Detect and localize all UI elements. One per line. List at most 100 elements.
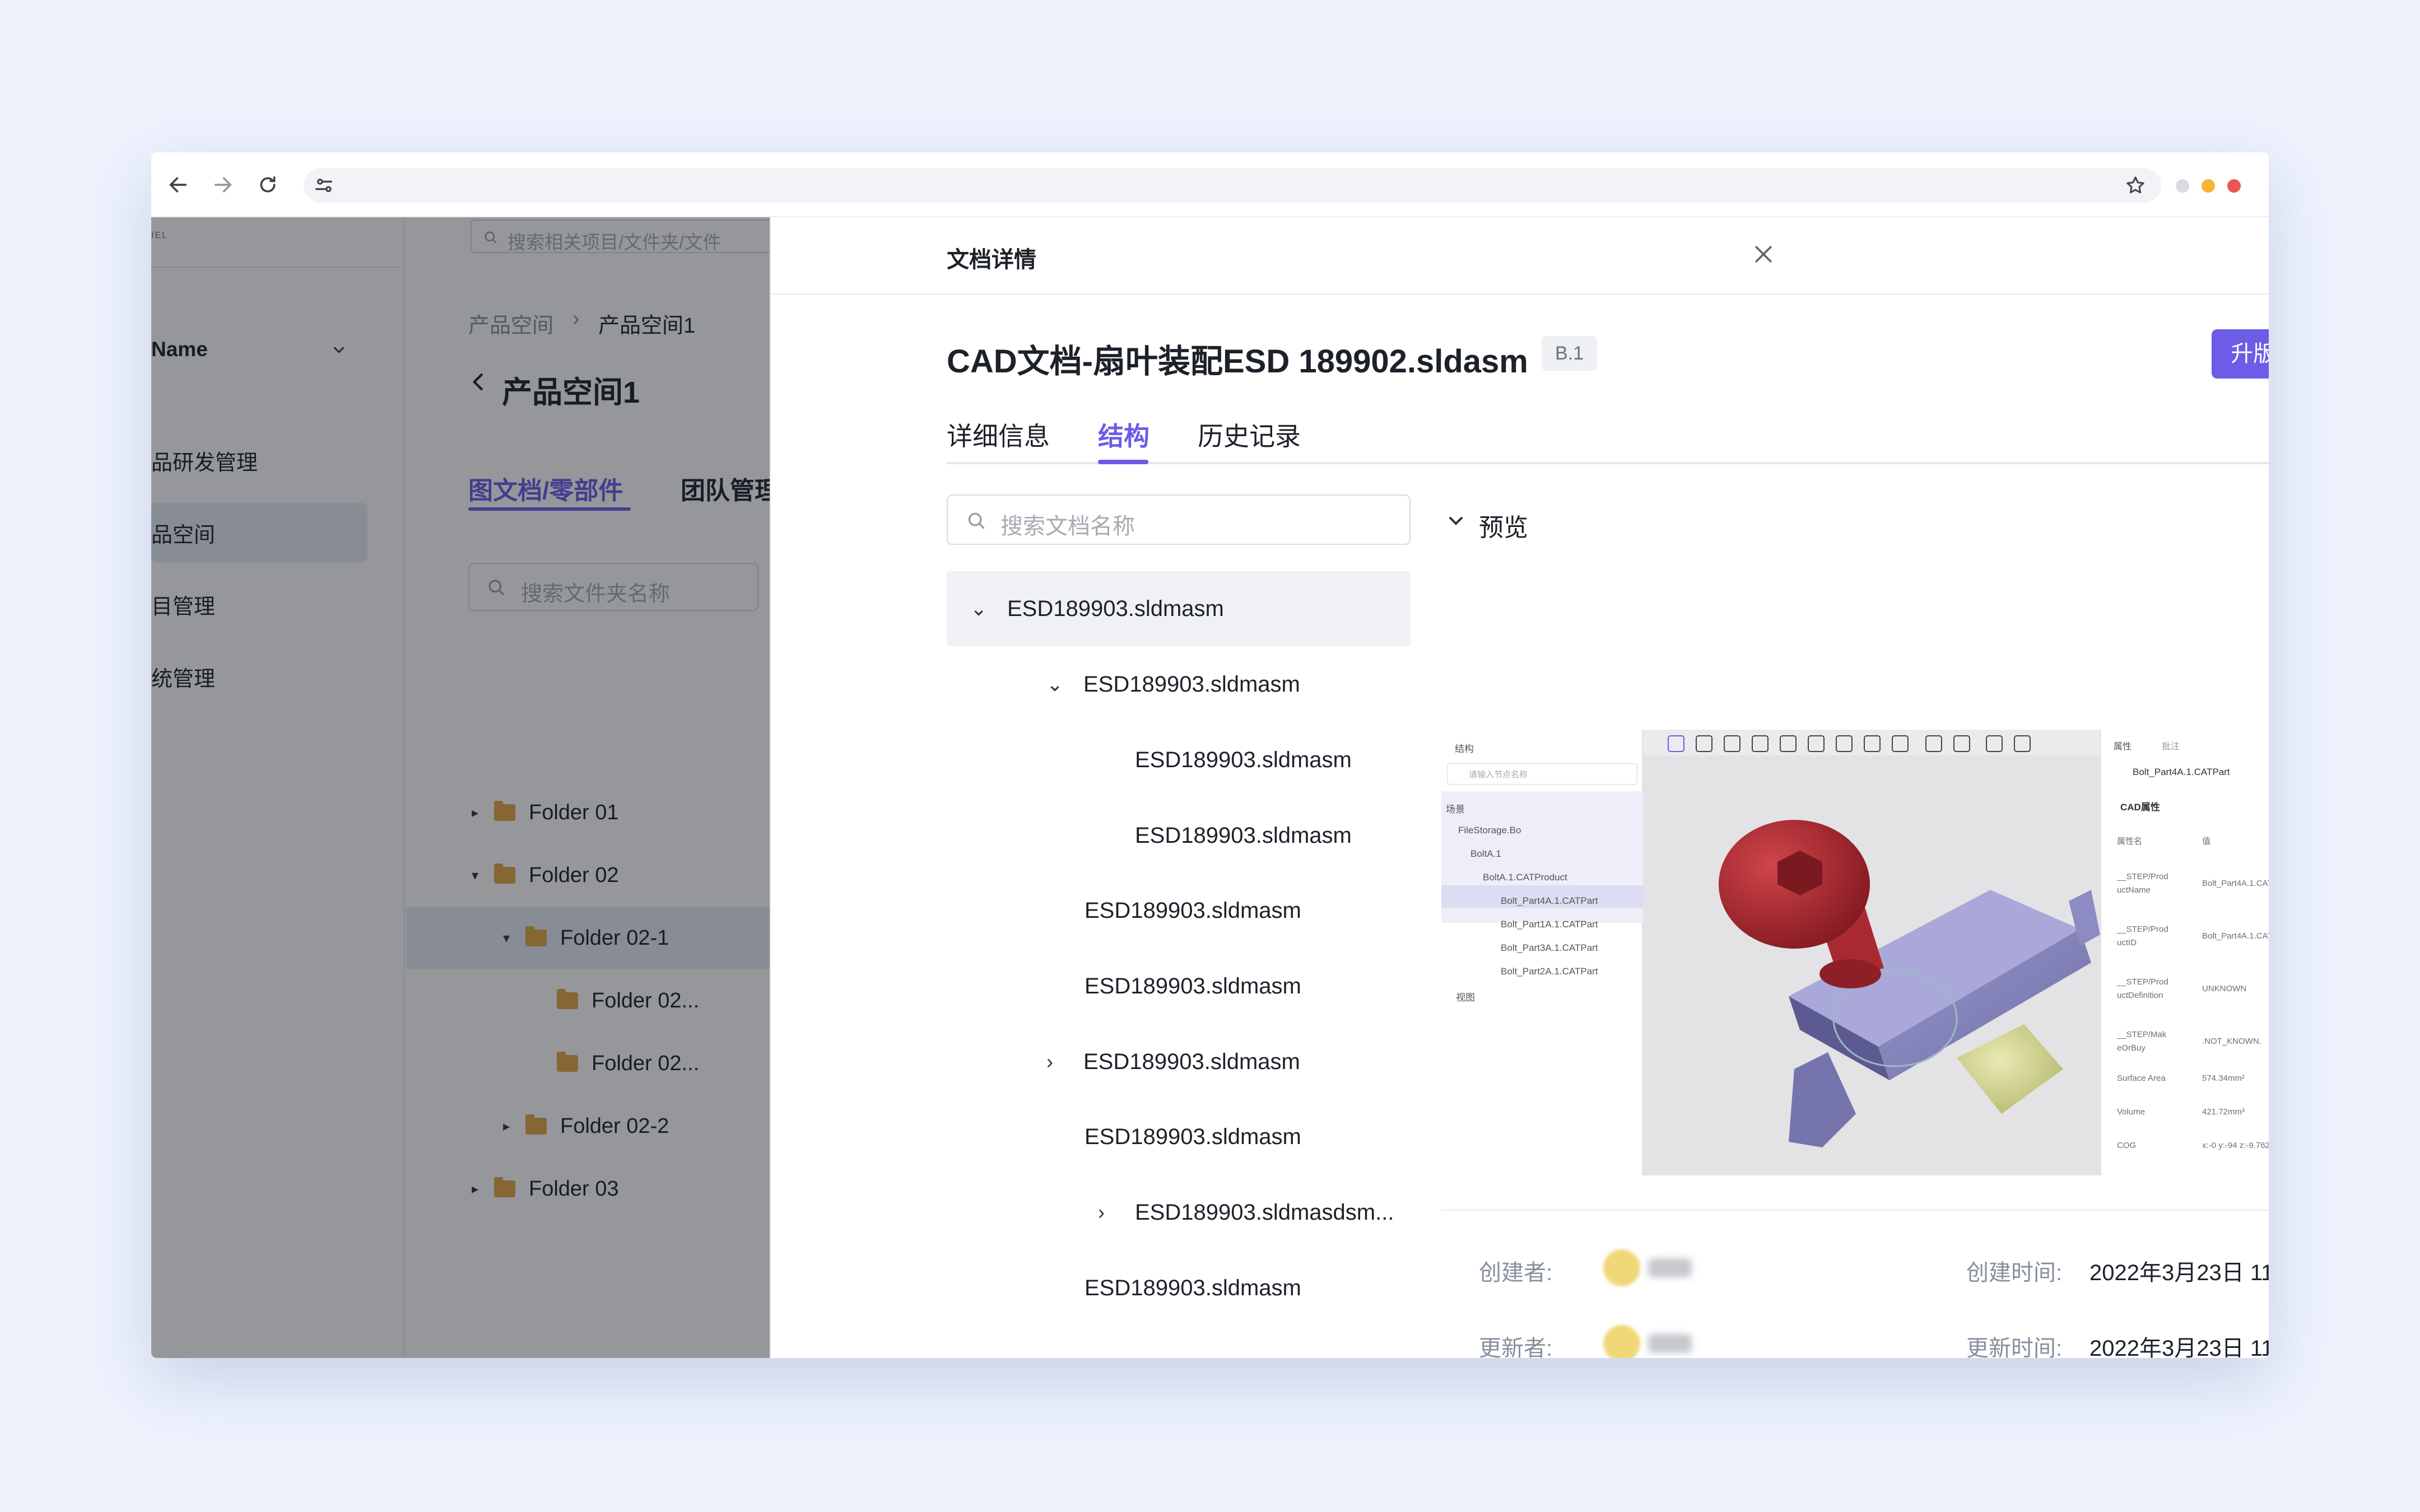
window-dot-red[interactable] [2227, 179, 2241, 193]
structure-row[interactable]: › ESD189903.sldmasdsm... [1098, 1175, 1394, 1250]
created-time-value: 2022年3月23日 11：09 [2089, 1261, 2269, 1285]
created-time-label: 创建时间: [1966, 1261, 2063, 1285]
drawer-header-divider [771, 293, 2269, 295]
prop-value: .NOT_KNOWN. [2202, 1037, 2261, 1046]
updater-label: 更新者: [1479, 1336, 1553, 1358]
viewer-node-search[interactable]: 请输入节点名称 [1447, 763, 1637, 785]
prop-key: __STEP/Prod [2117, 872, 2168, 881]
viewer-structure-pane: 结构 请输入节点名称 场景 FileStorage.Bo BoltA.1 Bol… [1441, 730, 1643, 1175]
structure-name: ESD189903.sldmasm [1085, 898, 1301, 923]
viewer-tree-node[interactable]: 视图 [1456, 990, 1475, 1004]
structure-row[interactable]: ⌄ ESD189903.sldmasm [1046, 647, 1300, 722]
bookmark-star-icon[interactable] [2124, 174, 2147, 197]
select-tool-icon[interactable] [1668, 735, 1684, 752]
prop-key: uctID [2117, 938, 2137, 948]
chevron-down-icon[interactable] [1445, 510, 1467, 532]
document-detail-drawer: 文档详情 CAD文档-扇叶装配ESD 189902.sldasm B.1 升版 … [770, 217, 2269, 1358]
upgrade-button[interactable]: 升版 [2212, 329, 2269, 379]
modal-overlay[interactable] [151, 217, 770, 1358]
viewer-tree-node[interactable]: Bolt_Part1A.1.CATPart [1501, 919, 1598, 930]
document-title: CAD文档-扇叶装配ESD 189902.sldasm [947, 343, 1528, 380]
prop-key: uctDefinition [2117, 991, 2163, 1000]
prop-key: __STEP/Prod [2117, 925, 2168, 934]
updated-time-label: 更新时间: [1966, 1336, 2063, 1358]
close-icon[interactable] [1751, 242, 1776, 267]
prop-key: Surface Area [2117, 1074, 2166, 1083]
browser-toolbar [151, 152, 2269, 217]
viewer-tree-node[interactable]: Bolt_Part2A.1.CATPart [1501, 966, 1598, 977]
app-content: IEL 搜索相关项目/文件夹/文件 Name 品研发管理 品空间 目管理 统管理… [151, 217, 2269, 1358]
cube-view-icon[interactable] [1808, 735, 1825, 752]
prop-key: uctName [2117, 885, 2151, 895]
structure-row[interactable]: ESD189903.sldmasm [1085, 1099, 1301, 1174]
structure-search-input[interactable]: 搜索文档名称 [947, 494, 1411, 545]
viewer-tab-structure[interactable]: 结构 [1455, 741, 1474, 755]
tab-structure[interactable]: 结构 [1098, 416, 1150, 453]
explode-tool-icon[interactable] [1724, 735, 1740, 752]
preview-divider [1441, 1210, 2269, 1211]
fit-view-icon[interactable] [1836, 735, 1853, 752]
structure-row[interactable]: ESD189903.sldmasm [1085, 949, 1301, 1024]
adjust-tool-icon[interactable] [1780, 735, 1797, 752]
box-tool-icon[interactable] [2014, 735, 2031, 752]
prop-key: __STEP/Prod [2117, 977, 2168, 987]
structure-name: ESD189903.sldmasm [1135, 823, 1352, 848]
cad-preview[interactable]: 结构 请输入节点名称 场景 FileStorage.Bo BoltA.1 Bol… [1441, 730, 2269, 1175]
window-dot-gray[interactable] [2176, 179, 2189, 193]
viewer-tree-node[interactable]: Bolt_Part4A.1.CATPart [1501, 895, 1598, 907]
structure-name: ESD189903.sldmasm [1085, 973, 1301, 998]
viewer-tab-properties[interactable]: 属性 [2114, 739, 2132, 752]
structure-row[interactable]: ESD189903.sldmasm [1085, 873, 1301, 948]
move-tool-icon[interactable] [1696, 735, 1712, 752]
section-tool-icon[interactable] [1752, 735, 1769, 752]
viewer-canvas[interactable] [1643, 730, 2100, 1175]
search-icon [968, 512, 985, 529]
prop-key: COG [2117, 1141, 2137, 1150]
viewer-property-pane: 属性 批注 Bolt_Part4A.1.CATPart CAD属性 属性名 值 … [2100, 730, 2269, 1175]
prop-col-name: 属性名 [2117, 837, 2143, 846]
creator-avatar [1603, 1249, 1640, 1286]
tab-detail-info[interactable]: 详细信息 [947, 416, 1050, 453]
viewer-node-search-placeholder: 请输入节点名称 [1469, 770, 1528, 780]
structure-name: ESD189903.sldmasm [1083, 671, 1300, 697]
viewer-tree-node[interactable]: FileStorage.Bo [1458, 825, 1521, 836]
drawer-title: 文档详情 [947, 248, 1036, 272]
structure-row[interactable]: ⌄ ESD189903.sldmasm [970, 571, 1224, 646]
back-icon[interactable] [162, 169, 194, 200]
prop-key: eOrBuy [2117, 1043, 2146, 1053]
creator-name-redacted [1648, 1258, 1692, 1277]
reload-icon[interactable] [252, 169, 283, 200]
paint-tool-icon[interactable] [1925, 735, 1942, 752]
viewer-tree-node[interactable]: BoltA.1.CATProduct [1483, 872, 1567, 883]
updater-avatar [1603, 1325, 1640, 1358]
structure-row[interactable]: ESD189903.sldmasm [1135, 722, 1352, 797]
structure-row[interactable]: ESD189903.sldmasm [1135, 798, 1352, 873]
viewer-tree-node[interactable]: Bolt_Part3A.1.CATPart [1501, 942, 1598, 954]
rotate-tool-icon[interactable] [1892, 735, 1909, 752]
structure-name: ESD189903.sldmasm [1085, 1124, 1301, 1149]
viewer-tree-node[interactable]: 场景 [1446, 801, 1465, 815]
zoom-tool-icon[interactable] [1864, 735, 1881, 752]
browser-window: IEL 搜索相关项目/文件夹/文件 Name 品研发管理 品空间 目管理 统管理… [151, 152, 2269, 1358]
preview-label: 预览 [1479, 514, 1528, 542]
structure-row[interactable]: ESD189903.sldmasm [1085, 1250, 1301, 1326]
viewer-selected-part: Bolt_Part4A.1.CATPart [2133, 767, 2230, 777]
structure-row[interactable]: › ESD189903.sldmasm [1046, 1024, 1300, 1099]
updated-time-value: 2022年3月23日 11：09 [2089, 1336, 2269, 1358]
structure-search-placeholder: 搜索文档名称 [1000, 514, 1135, 539]
hatch-tool-icon[interactable] [1986, 735, 2003, 752]
site-settings-icon[interactable] [313, 174, 335, 197]
measure-tool-icon[interactable] [1953, 735, 1970, 752]
structure-name: ESD189903.sldmasm [1085, 1275, 1301, 1300]
viewer-tree-node[interactable]: BoltA.1 [1470, 848, 1501, 860]
forward-icon[interactable] [207, 169, 239, 200]
prop-value: 574.34mm² [2202, 1074, 2245, 1083]
tab-active-indicator [1098, 460, 1148, 464]
window-dot-yellow[interactable] [2202, 179, 2215, 193]
address-bar[interactable] [304, 168, 2161, 203]
viewer-tab-annotations[interactable]: 批注 [2162, 739, 2180, 752]
prop-key: __STEP/Mak [2117, 1030, 2167, 1039]
tab-history[interactable]: 历史记录 [1198, 416, 1301, 453]
prop-value: Bolt_Part4A.1.CATPart [2202, 879, 2269, 888]
prop-value: Bolt_Part4A.1.CATPart [2202, 931, 2269, 941]
